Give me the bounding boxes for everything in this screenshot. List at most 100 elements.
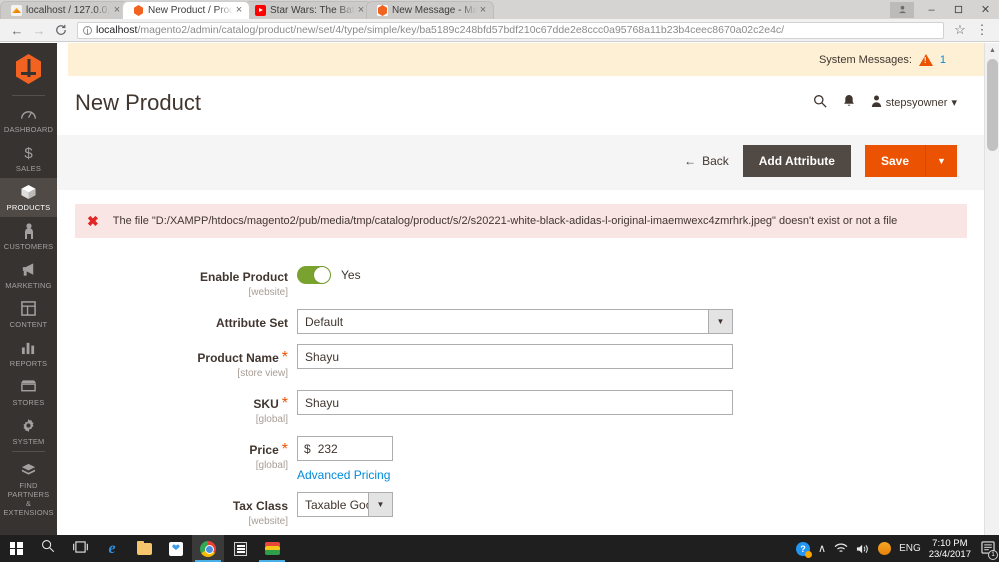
browser-tab-4[interactable]: New Message - Magento × [366, 1, 494, 19]
back-icon[interactable]: ← [6, 20, 28, 40]
sun-icon[interactable] [878, 542, 892, 555]
layout-icon [2, 301, 55, 318]
page-scrollbar[interactable]: ▲ [984, 43, 999, 535]
sidebar-item-label: CUSTOMERS [3, 242, 54, 251]
bookmark-star-icon[interactable]: ☆ [949, 20, 971, 40]
action-center-button[interactable]: 1 [981, 540, 998, 560]
youtube-icon [255, 5, 266, 16]
browser-tab-1[interactable]: localhost / 127.0.0.1 / ma × [0, 1, 128, 19]
enable-product-toggle[interactable] [297, 266, 331, 284]
tax-class-select[interactable]: Taxable Goods ▼ [297, 492, 393, 517]
field-label: Product Name * [store view] [57, 344, 297, 380]
sidebar-item-content[interactable]: CONTENT [0, 295, 57, 334]
page-title: New Product [75, 90, 201, 115]
store-button[interactable] [224, 535, 256, 562]
file-explorer-button[interactable] [128, 535, 160, 562]
field-enable-product: Enable Product [website] Yes [57, 263, 999, 299]
sidebar-item-find-partners[interactable]: FIND PARTNERS & EXTENSIONS [0, 456, 57, 522]
taskbar-clock[interactable]: 7:10 PM 23/4/2017 [929, 538, 971, 560]
window-controls: – ✕ [890, 0, 999, 19]
scrollbar-thumb[interactable] [987, 59, 998, 151]
sidebar-item-customers[interactable]: CUSTOMERS [0, 217, 57, 256]
magento-admin-page: DASHBOARD $ SALES PRODUCTS CUSTOMERS MAR… [0, 43, 999, 535]
profile-avatar-button[interactable] [890, 1, 914, 18]
chevron-up-icon[interactable]: ∧ [818, 542, 826, 555]
close-icon[interactable]: × [477, 5, 489, 16]
system-messages-count[interactable]: 1 [940, 54, 946, 66]
header-tools: stepsyowner ▾ [813, 94, 957, 111]
field-scope: [website] [248, 516, 288, 527]
chevron-down-icon[interactable]: ▼ [708, 310, 732, 333]
field-scope: [global] [255, 414, 288, 425]
field-label: Attribute Set [57, 309, 297, 332]
start-button[interactable] [0, 535, 32, 562]
magento-logo[interactable] [0, 43, 57, 95]
sidebar-item-label: SYSTEM [12, 437, 45, 446]
sidebar-item-reports[interactable]: REPORTS [0, 334, 57, 373]
sidebar-item-products[interactable]: PRODUCTS [0, 178, 57, 217]
task-view-icon [72, 540, 88, 558]
clock-date: 23/4/2017 [928, 548, 971, 560]
bell-icon[interactable] [843, 94, 855, 111]
address-bar[interactable]: i localhost /magento2/admin/catalog/prod… [77, 21, 944, 39]
add-attribute-button[interactable]: Add Attribute [742, 145, 851, 177]
task-view-button[interactable] [64, 535, 96, 562]
attribute-set-select[interactable]: Default ▼ [297, 309, 733, 334]
sidebar-item-marketing[interactable]: MARKETING [0, 256, 57, 295]
sidebar-item-stores[interactable]: STORES [0, 373, 57, 412]
help-icon[interactable]: ? [796, 541, 812, 558]
warning-triangle-icon[interactable] [918, 53, 933, 66]
error-message: ✖ The file "D:/XAMPP/htdocs/magento2/pub… [75, 204, 967, 238]
taskbar-apps: e ❤ [0, 535, 288, 562]
forward-icon[interactable]: → [28, 20, 50, 40]
advanced-pricing-link[interactable]: Advanced Pricing [297, 468, 999, 482]
back-button[interactable]: ← Back [684, 154, 729, 168]
taskbar-search-button[interactable] [32, 535, 64, 562]
page-info-icon[interactable]: i [83, 25, 92, 35]
required-marker: * [281, 349, 288, 366]
save-options-caret-icon[interactable]: ▼ [925, 145, 957, 177]
volume-icon[interactable] [856, 543, 870, 555]
close-icon[interactable]: × [233, 5, 245, 16]
box-icon [2, 184, 55, 201]
field-label-text: Attribute Set [216, 316, 288, 330]
enable-product-value: Yes [341, 268, 361, 282]
save-button[interactable]: Save [864, 145, 925, 177]
field-label-text: SKU [253, 397, 279, 411]
reload-icon[interactable] [50, 20, 72, 40]
folder-icon [136, 540, 152, 555]
browser-tab-2[interactable]: New Product / Products × [122, 1, 250, 19]
user-menu[interactable]: stepsyowner ▾ [871, 95, 957, 110]
maximize-button[interactable] [945, 0, 972, 19]
minimize-button[interactable]: – [918, 0, 945, 19]
price-input[interactable]: $ 232 [297, 436, 393, 461]
page-actions: ← Back Add Attribute Save ▼ [684, 145, 957, 177]
required-marker: * [281, 441, 288, 458]
close-button[interactable]: ✕ [972, 0, 999, 19]
scroll-up-arrow-icon[interactable]: ▲ [985, 43, 999, 58]
chrome-button[interactable] [192, 535, 224, 562]
field-attribute-set: Attribute Set Default ▼ [57, 309, 999, 334]
search-icon[interactable] [813, 94, 827, 111]
language-indicator[interactable]: ENG [899, 543, 921, 554]
sku-input[interactable] [297, 390, 733, 415]
sidebar-item-sales[interactable]: $ SALES [0, 139, 57, 178]
bluestacks-button[interactable] [256, 535, 288, 562]
chevron-down-icon[interactable]: ▼ [368, 493, 392, 516]
browser-tab-title: New Message - Magento [392, 4, 477, 16]
currency-symbol: $ [304, 441, 311, 456]
field-scope: [website] [248, 287, 288, 298]
browser-navbar: ← → i localhost /magento2/admin/catalog/… [0, 19, 999, 42]
product-name-input[interactable] [297, 344, 733, 369]
field-product-name: Product Name * [store view] [57, 344, 999, 380]
browser-tab-3[interactable]: Star Wars: The Battle to E × [244, 1, 372, 19]
heart-app-button[interactable]: ❤ [160, 535, 192, 562]
sidebar-item-system[interactable]: SYSTEM [0, 412, 57, 451]
sidebar-item-dashboard[interactable]: DASHBOARD [0, 100, 57, 139]
browser-tab-title: New Product / Products [148, 4, 233, 16]
edge-icon: e [108, 539, 116, 557]
edge-button[interactable]: e [96, 535, 128, 562]
sidebar-item-label: CONTENT [9, 320, 48, 329]
chrome-menu-icon[interactable]: ⋮ [971, 20, 993, 40]
wifi-icon[interactable] [834, 543, 848, 554]
